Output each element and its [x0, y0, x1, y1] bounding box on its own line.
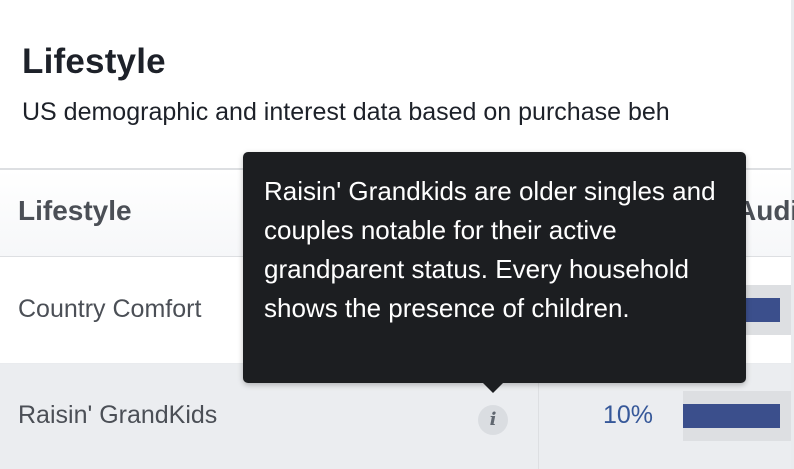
- lifestyle-panel: Lifestyle US demographic and interest da…: [0, 0, 794, 469]
- column-header-lifestyle[interactable]: Lifestyle: [18, 195, 132, 227]
- tooltip-arrow: [483, 383, 503, 393]
- info-tooltip: Raisin' Grandkids are older singles and …: [243, 152, 746, 383]
- info-icon[interactable]: i: [478, 405, 508, 435]
- row-label: Raisin' GrandKids: [18, 401, 218, 429]
- panel-subtitle: US demographic and interest data based o…: [22, 98, 670, 126]
- row-label: Country Comfort: [18, 295, 202, 323]
- percent-bar-track: [683, 391, 791, 441]
- panel-title: Lifestyle: [22, 42, 166, 81]
- screenshot-frame: Lifestyle US demographic and interest da…: [0, 0, 794, 469]
- tooltip-text: Raisin' Grandkids are older singles and …: [264, 176, 716, 323]
- percent-bar-fill: [683, 404, 781, 428]
- row-percent: 10%: [603, 401, 654, 429]
